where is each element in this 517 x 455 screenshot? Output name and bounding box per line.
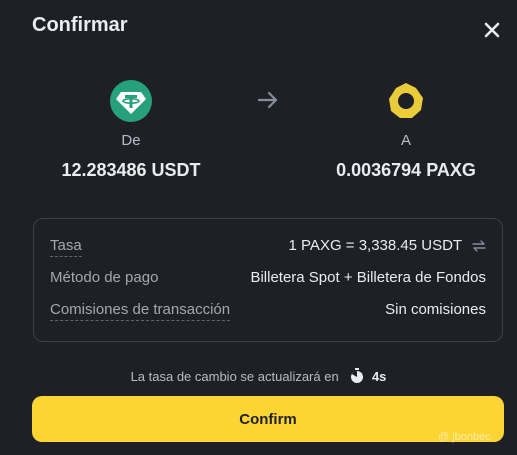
from-coin: De 12.283486 USDT: [36, 80, 226, 181]
refresh-text: La tasa de cambio se actualizará en: [130, 369, 339, 384]
refresh-seconds: 4s: [371, 369, 387, 384]
fees-label[interactable]: Comisiones de transacción: [50, 301, 231, 321]
usdt-icon: [110, 80, 152, 122]
payment-method-row: Método de pago Billetera Spot + Billeter…: [50, 269, 486, 289]
from-label: De: [121, 132, 141, 149]
fees-value: Sin comisiones: [385, 301, 486, 318]
to-coin: A 0.0036794 PAXG: [311, 80, 501, 181]
fees-row: Comisiones de transacción Sin comisiones: [50, 301, 486, 321]
dialog-title: Confirmar: [32, 14, 128, 36]
to-label: A: [400, 132, 411, 149]
watermark: @ jbonbec: [438, 431, 491, 443]
confirm-button[interactable]: Confirm: [32, 396, 504, 442]
swap-icon[interactable]: [472, 240, 486, 252]
from-amount: 12.283486 USDT: [61, 160, 201, 180]
close-icon[interactable]: [480, 18, 504, 42]
confirm-dialog: Confirmar De 12.283486 USDT A 0.0036794 …: [0, 0, 517, 455]
arrow-right-icon: [257, 91, 278, 109]
rate-value-text: 1 PAXG = 3,338.45 USDT: [288, 237, 462, 254]
rate-label[interactable]: Tasa: [50, 237, 82, 257]
to-amount: 0.0036794 PAXG: [336, 160, 476, 180]
rate-value: 1 PAXG = 3,338.45 USDT: [289, 237, 486, 254]
payment-method-label: Método de pago: [50, 269, 159, 286]
details-panel: Tasa 1 PAXG = 3,338.45 USDT Método de pa…: [33, 218, 503, 342]
rate-refresh-note: La tasa de cambio se actualizará en 4s: [0, 368, 517, 384]
payment-method-value: Billetera Spot + Billetera de Fondos: [250, 269, 486, 286]
rate-row: Tasa 1 PAXG = 3,338.45 USDT: [50, 237, 486, 257]
timer-icon: [351, 368, 364, 383]
paxg-icon: [389, 83, 423, 118]
